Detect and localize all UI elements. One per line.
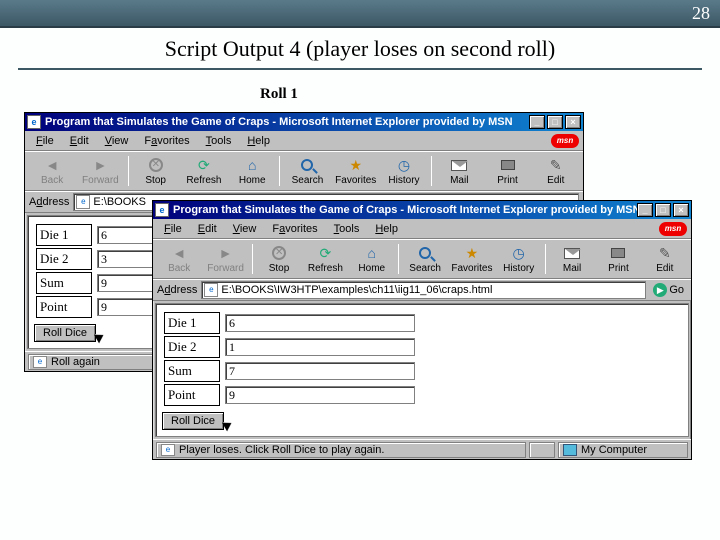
- page-icon: e: [204, 283, 218, 297]
- search-button[interactable]: Search: [286, 156, 328, 186]
- address-text: E:\BOOKS\IW3HTP\examples\ch11\iig11_06\c…: [221, 284, 492, 296]
- minimize-button[interactable]: _: [529, 115, 545, 129]
- favorites-button[interactable]: ★Favorites: [451, 244, 492, 274]
- address-label: Address: [29, 196, 69, 208]
- toolbar: ◄Back ►Forward Stop ⟳Refresh ⌂Home Searc…: [153, 239, 691, 279]
- menu-tools[interactable]: Tools: [199, 133, 239, 149]
- print-button[interactable]: Print: [598, 244, 638, 274]
- menu-help[interactable]: Help: [368, 221, 405, 237]
- close-button[interactable]: ×: [565, 115, 581, 129]
- search-button[interactable]: Search: [405, 244, 445, 274]
- window-title: Program that Simulates the Game of Craps…: [45, 116, 529, 128]
- ie-icon: e: [155, 203, 169, 217]
- menu-view[interactable]: View: [226, 221, 264, 237]
- page-icon: e: [76, 195, 90, 209]
- toolbar: ◄Back ►Forward Stop ⟳Refresh ⌂Home Searc…: [25, 151, 583, 191]
- msn-logo: msn: [659, 222, 687, 236]
- window-title: Program that Simulates the Game of Craps…: [173, 204, 637, 216]
- title-underline: [18, 68, 702, 70]
- menu-help[interactable]: Help: [240, 133, 277, 149]
- die1-label: Die 1: [36, 224, 92, 246]
- status-page-icon: e: [161, 444, 175, 456]
- titlebar[interactable]: e Program that Simulates the Game of Cra…: [153, 201, 691, 219]
- refresh-button[interactable]: ⟳Refresh: [305, 244, 345, 274]
- ie-window-roll2: e Program that Simulates the Game of Cra…: [152, 200, 692, 460]
- status-text-pane: e Player loses. Click Roll Dice to play …: [156, 442, 526, 458]
- sum-label: Sum: [164, 360, 220, 382]
- die1-label: Die 1: [164, 312, 220, 334]
- refresh-button[interactable]: ⟳Refresh: [183, 156, 225, 186]
- status-text: Player loses. Click Roll Dice to play ag…: [179, 444, 384, 456]
- forward-button[interactable]: ►Forward: [205, 244, 245, 274]
- page-content: Die 1 6 Die 2 1 Sum 7 Point 9 Roll Dice: [155, 303, 689, 437]
- menu-favorites[interactable]: Favorites: [265, 221, 324, 237]
- stop-button[interactable]: Stop: [259, 244, 299, 274]
- address-bar: Address e E:\BOOKS\IW3HTP\examples\ch11\…: [153, 279, 691, 301]
- point-label: Point: [36, 296, 92, 318]
- menu-file[interactable]: File: [29, 133, 61, 149]
- history-button[interactable]: ◷History: [498, 244, 538, 274]
- die2-label: Die 2: [36, 248, 92, 270]
- statusbar: e Player loses. Click Roll Dice to play …: [153, 439, 691, 459]
- home-button[interactable]: ⌂Home: [352, 244, 392, 274]
- mail-button[interactable]: Mail: [552, 244, 592, 274]
- status-text: Roll again: [51, 356, 100, 368]
- sum-label: Sum: [36, 272, 92, 294]
- menu-tools[interactable]: Tools: [327, 221, 367, 237]
- status-zone-pane: My Computer: [558, 442, 688, 458]
- sum-field[interactable]: 7: [225, 362, 415, 380]
- maximize-button[interactable]: □: [655, 203, 671, 217]
- menubar: File Edit View Favorites Tools Help msn: [25, 131, 583, 151]
- history-button[interactable]: ◷History: [383, 156, 425, 186]
- point-field[interactable]: 9: [225, 386, 415, 404]
- point-label: Point: [164, 384, 220, 406]
- menu-view[interactable]: View: [98, 133, 136, 149]
- address-input[interactable]: e E:\BOOKS\IW3HTP\examples\ch11\iig11_06…: [201, 281, 646, 299]
- ie-icon: e: [27, 115, 41, 129]
- roll1-caption: Roll 1: [260, 86, 298, 103]
- slide-header: 28: [0, 0, 720, 28]
- roll-dice-button[interactable]: Roll Dice: [162, 412, 224, 430]
- go-button[interactable]: ▶Go: [650, 283, 687, 297]
- print-button[interactable]: Print: [486, 156, 528, 186]
- msn-logo: msn: [551, 134, 579, 148]
- menu-edit[interactable]: Edit: [63, 133, 96, 149]
- die2-label: Die 2: [164, 336, 220, 358]
- edit-button[interactable]: ✎Edit: [535, 156, 577, 186]
- address-text: E:\BOOKS: [93, 196, 146, 208]
- edit-button[interactable]: ✎Edit: [645, 244, 685, 274]
- roll-dice-button[interactable]: Roll Dice: [34, 324, 96, 342]
- minimize-button[interactable]: _: [637, 203, 653, 217]
- stop-button[interactable]: Stop: [135, 156, 177, 186]
- titlebar[interactable]: e Program that Simulates the Game of Cra…: [25, 113, 583, 131]
- die1-field[interactable]: 6: [225, 314, 415, 332]
- home-button[interactable]: ⌂Home: [231, 156, 273, 186]
- slide-title: Script Output 4 (player loses on second …: [0, 28, 720, 68]
- zone-text: My Computer: [581, 444, 647, 456]
- status-page-icon: e: [33, 356, 47, 368]
- close-button[interactable]: ×: [673, 203, 689, 217]
- forward-button[interactable]: ►Forward: [79, 156, 121, 186]
- mail-button[interactable]: Mail: [438, 156, 480, 186]
- back-button[interactable]: ◄Back: [159, 244, 199, 274]
- menu-favorites[interactable]: Favorites: [137, 133, 196, 149]
- back-button[interactable]: ◄Back: [31, 156, 73, 186]
- menubar: File Edit View Favorites Tools Help msn: [153, 219, 691, 239]
- address-label: Address: [157, 284, 197, 296]
- maximize-button[interactable]: □: [547, 115, 563, 129]
- menu-file[interactable]: File: [157, 221, 189, 237]
- computer-icon: [563, 444, 577, 456]
- status-empty-pane: [529, 442, 555, 458]
- slide-number: 28: [692, 3, 710, 24]
- favorites-button[interactable]: ★Favorites: [335, 156, 377, 186]
- menu-edit[interactable]: Edit: [191, 221, 224, 237]
- die2-field[interactable]: 1: [225, 338, 415, 356]
